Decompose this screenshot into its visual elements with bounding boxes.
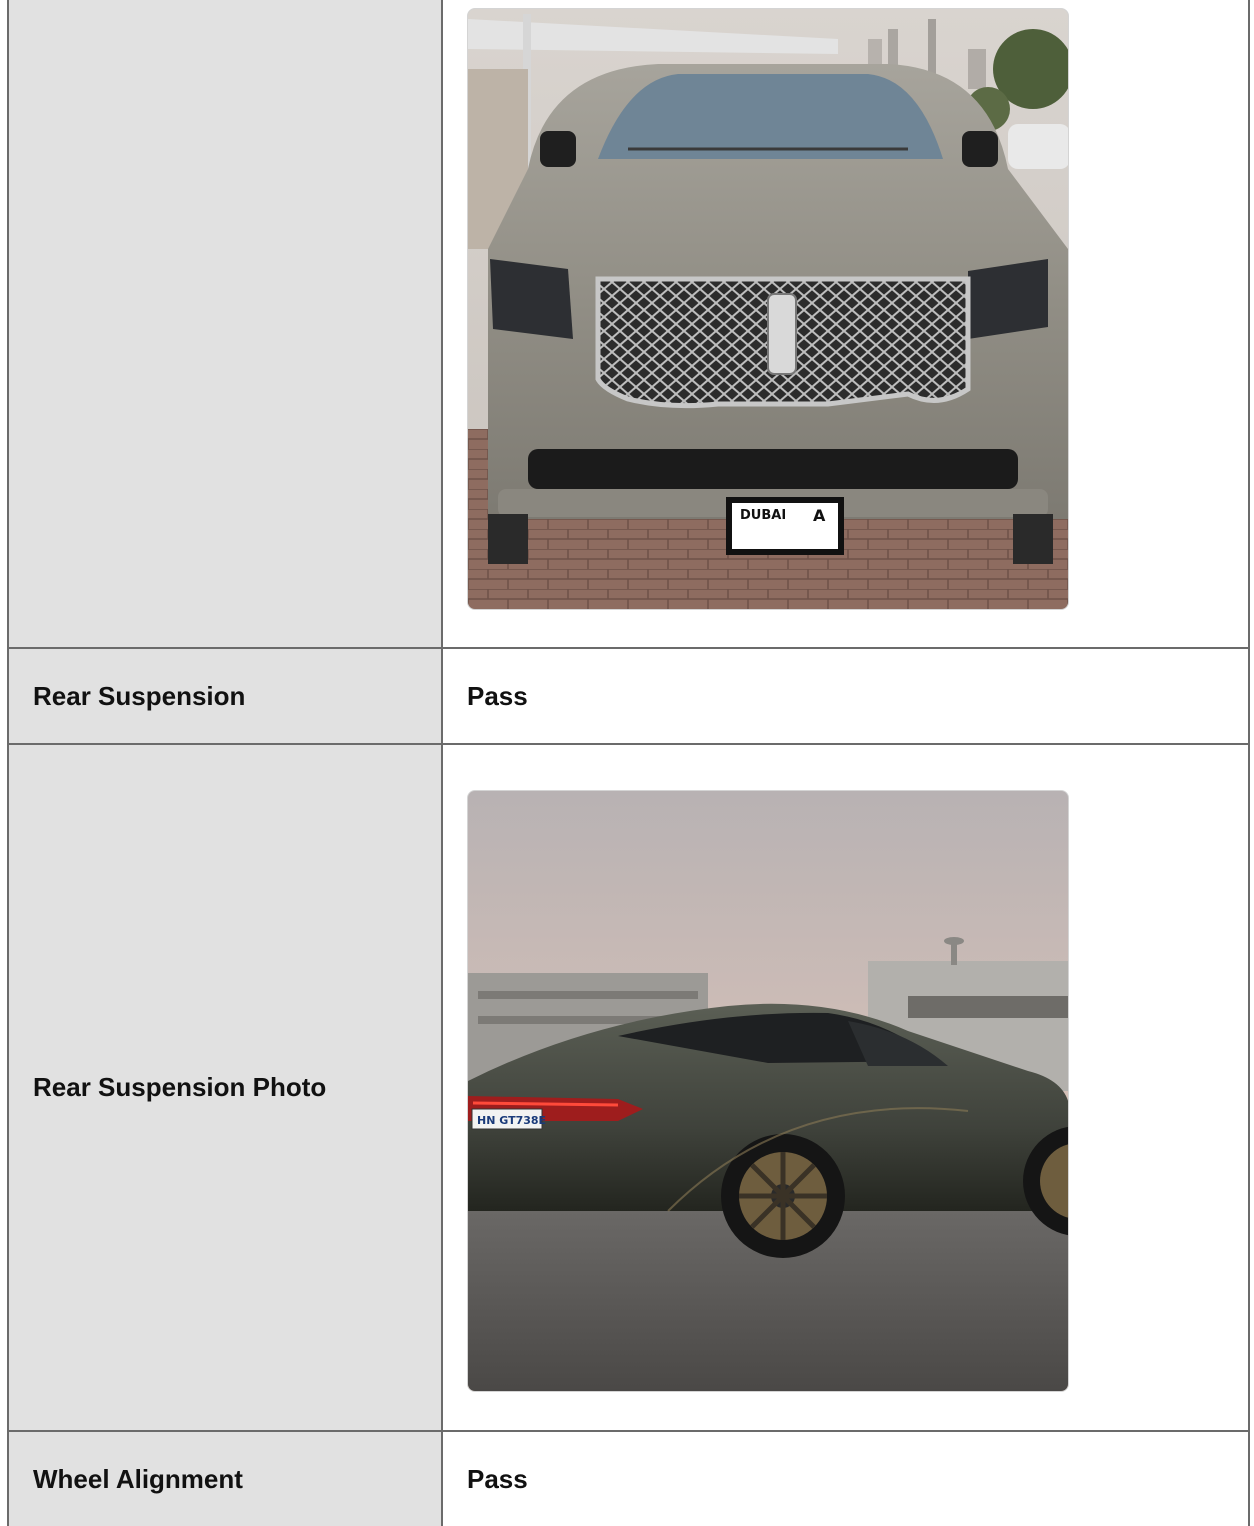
front-suv-image: DUBAI A bbox=[468, 9, 1068, 609]
row-label-rear-suspension: Rear Suspension bbox=[9, 649, 443, 743]
inspection-report-page: DUBAI A Rear Suspension Pass Rear Suspen… bbox=[0, 0, 1254, 1526]
rear-sedan-image: HN GT738E bbox=[468, 791, 1068, 1391]
table-row-wheel-alignment: Wheel Alignment Pass bbox=[9, 1432, 1248, 1526]
row-value-rear-suspension: Pass bbox=[443, 649, 1248, 743]
inspection-table: DUBAI A Rear Suspension Pass Rear Suspen… bbox=[7, 0, 1250, 1526]
row-value-front-photo: DUBAI A bbox=[443, 0, 1248, 647]
front-suv-photo[interactable]: DUBAI A bbox=[467, 8, 1069, 610]
table-row-rear-suspension-photo: Rear Suspension Photo HN GT738E bbox=[9, 745, 1248, 1432]
rear-sedan-photo[interactable]: HN GT738E bbox=[467, 790, 1069, 1392]
table-row-front-photo: DUBAI A bbox=[9, 0, 1248, 649]
front-plate-code: A bbox=[813, 506, 826, 525]
rear-plate-text: HN GT738E bbox=[477, 1114, 546, 1127]
row-value-rear-suspension-photo: HN GT738E bbox=[443, 745, 1248, 1430]
row-label-empty bbox=[9, 0, 443, 647]
front-plate-emirate: DUBAI bbox=[740, 508, 786, 523]
table-row-rear-suspension: Rear Suspension Pass bbox=[9, 649, 1248, 745]
row-label-wheel-alignment: Wheel Alignment bbox=[9, 1432, 443, 1526]
row-label-rear-suspension-photo: Rear Suspension Photo bbox=[9, 745, 443, 1430]
row-value-wheel-alignment: Pass bbox=[443, 1432, 1248, 1526]
